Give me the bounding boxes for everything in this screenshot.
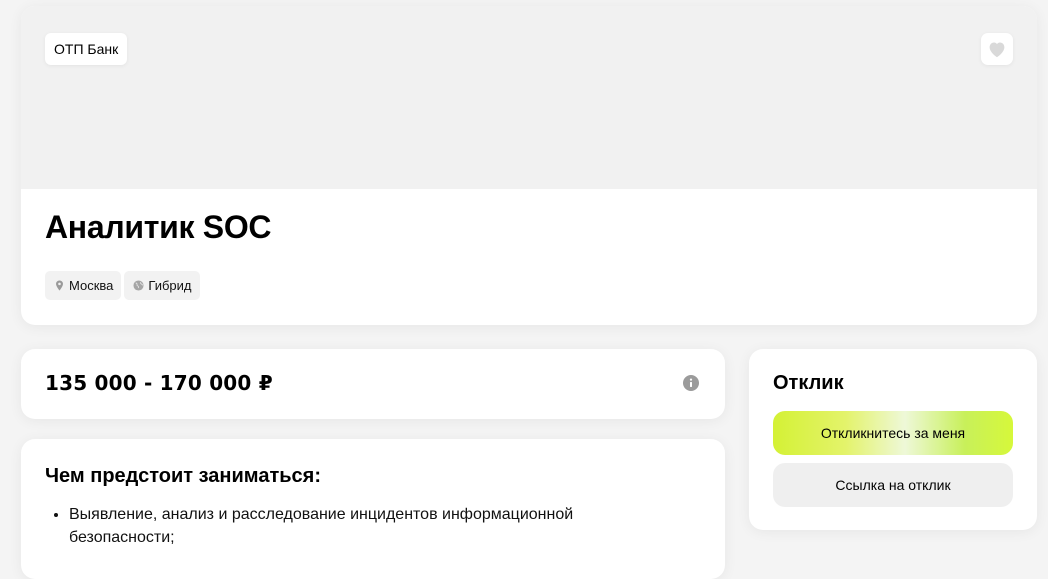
tag-work-format: Гибрид [124, 271, 200, 300]
auto-apply-button[interactable]: Откликнитесь за меня [773, 411, 1013, 455]
description-list: Выявление, анализ и расследование инциде… [69, 503, 669, 549]
tag-location: Москва [45, 271, 122, 300]
salary-range: 135 000 - 170 000 ₽ [45, 371, 273, 395]
vacancy-header-card: ОТП Банк Аналитик SOC Москва Гибрид [21, 6, 1037, 325]
company-chip[interactable]: ОТП Банк [45, 33, 128, 65]
tag-location-label: Москва [69, 278, 114, 293]
tag-work-format-label: Гибрид [148, 278, 192, 293]
response-card: Отклик Откликнитесь за меня Ссылка на от… [749, 349, 1037, 530]
apply-link-button[interactable]: Ссылка на отклик [773, 463, 1013, 507]
description-heading: Чем предстоит заниматься: [45, 465, 322, 487]
vacancy-title: Аналитик SOC [45, 209, 272, 245]
heart-icon [989, 42, 1005, 58]
info-icon[interactable] [683, 375, 699, 391]
description-card: Чем предстоит заниматься: Выявление, ана… [21, 439, 725, 579]
vacancy-tags: Москва Гибрид [45, 271, 200, 300]
salary-card: 135 000 - 170 000 ₽ [21, 349, 725, 419]
response-title: Отклик [773, 372, 844, 394]
location-pin-icon [56, 280, 63, 291]
favorite-button[interactable] [981, 33, 1013, 65]
list-item: Выявление, анализ и расследование инциде… [69, 503, 669, 549]
vacancy-banner [21, 6, 1037, 189]
globe-icon [133, 280, 144, 291]
